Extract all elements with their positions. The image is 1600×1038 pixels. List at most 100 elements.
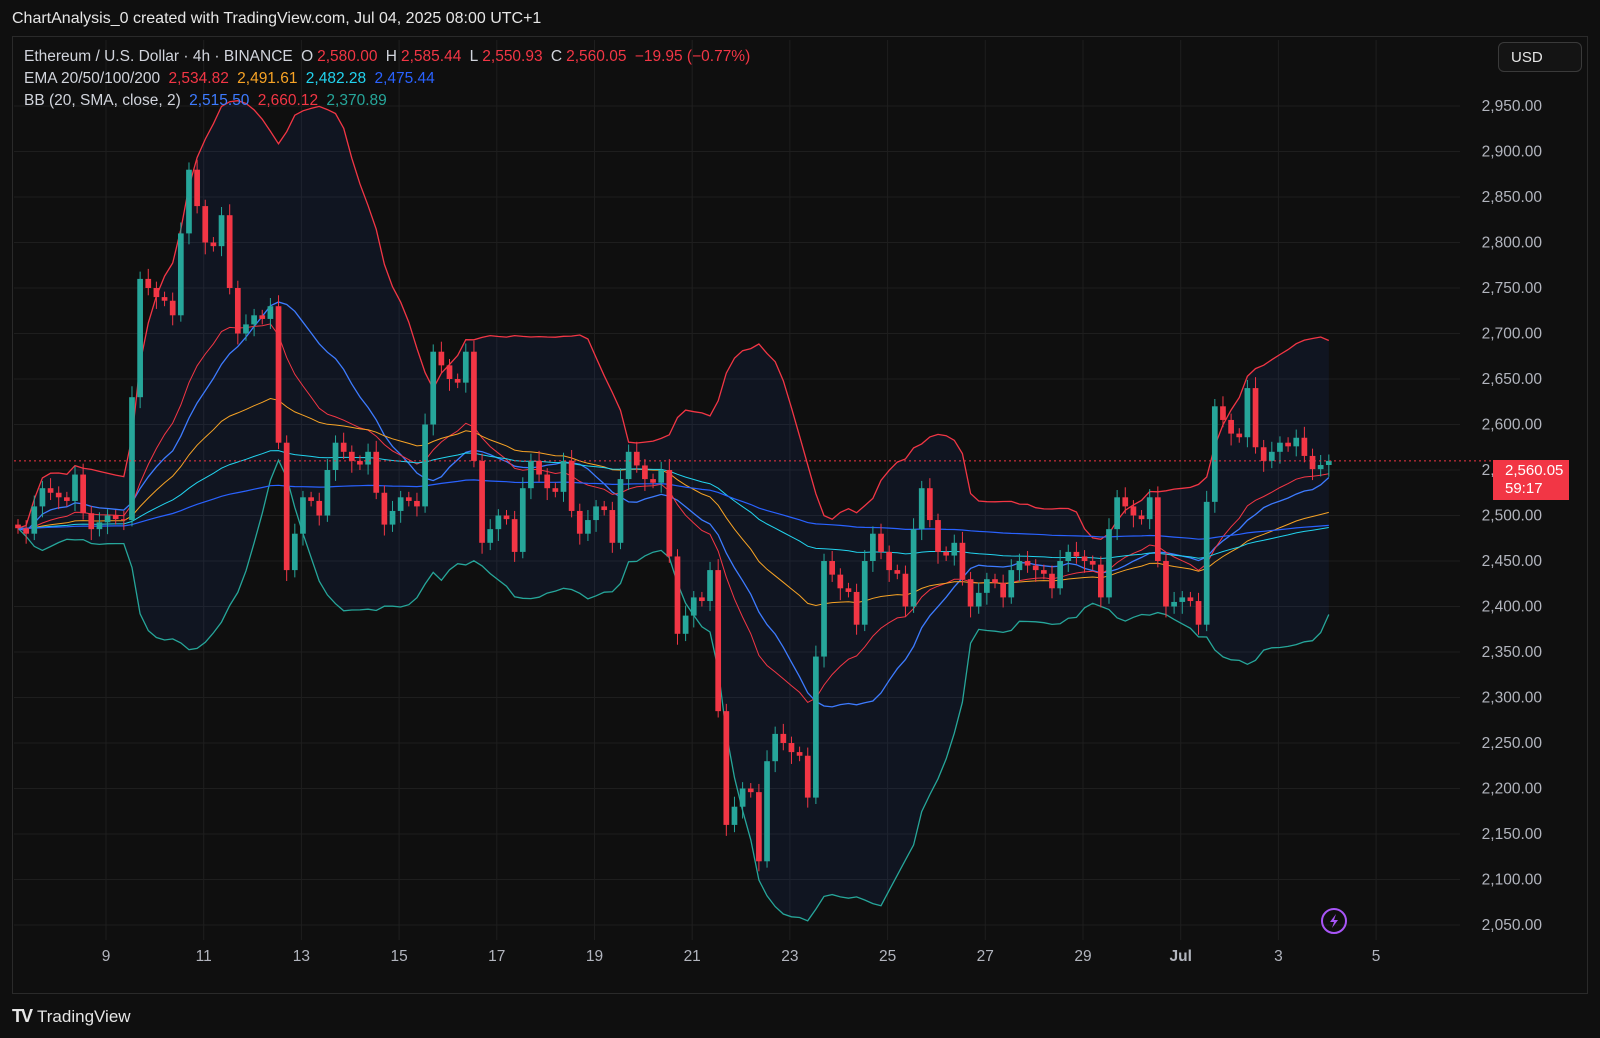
candle-body: [1041, 570, 1047, 574]
candle-body: [918, 488, 925, 530]
candle-body: [153, 288, 160, 298]
legend-ema200: 2,475.44: [374, 70, 435, 87]
candle-body: [1163, 561, 1169, 607]
legend-high: 2,585.44: [400, 48, 462, 65]
y-tick-label: 2,500.00: [1482, 508, 1543, 525]
candle-body: [1187, 597, 1194, 602]
candle-body: [1325, 460, 1332, 466]
candle-body: [104, 515, 111, 523]
candle-body: [348, 451, 355, 461]
candle-body: [1220, 406, 1226, 420]
candle-body: [609, 510, 616, 543]
legend-bb-label[interactable]: BB (20, SMA, close, 2): [24, 92, 181, 109]
candle-body: [169, 300, 176, 316]
candle-body: [633, 451, 640, 466]
candle-body: [1285, 442, 1291, 447]
legend-bb-basis: 2,515.50: [189, 92, 250, 109]
candle-body: [503, 515, 510, 520]
candle-body: [1073, 551, 1080, 557]
candle-body: [747, 788, 754, 793]
legend-bb-upper: 2,660.12: [257, 92, 319, 109]
candle-body: [585, 520, 591, 534]
x-tick-label: Jul: [1169, 948, 1191, 965]
candle-body: [967, 579, 974, 607]
candle-body: [845, 588, 852, 592]
candle-body: [324, 470, 331, 516]
candle-body: [666, 470, 673, 557]
candle-body: [764, 761, 770, 862]
candle-body: [837, 574, 844, 589]
candle-body: [267, 306, 274, 319]
candle-body: [943, 551, 949, 556]
candle-body: [1252, 388, 1259, 448]
chart-legend: Ethereum / U.S. Dollar · 4h · BINANCE O2…: [24, 46, 754, 112]
candle-body: [927, 488, 933, 521]
candle-body: [446, 365, 453, 379]
candle-body: [1106, 529, 1112, 598]
y-tick-label: 2,300.00: [1482, 690, 1543, 707]
y-tick-label: 2,350.00: [1482, 644, 1543, 661]
candle-body: [756, 792, 762, 862]
legend-symbol: Ethereum / U.S. Dollar · 4h · BINANCE: [24, 48, 293, 65]
candle-body: [568, 460, 575, 511]
y-tick-label: 2,950.00: [1482, 98, 1543, 115]
candle-body: [715, 570, 722, 712]
candle-body: [251, 315, 257, 325]
candle-body: [438, 351, 445, 366]
x-tick-label: 21: [684, 948, 701, 965]
legend-ema-label[interactable]: EMA 20/50/100/200: [24, 70, 160, 87]
candle-body: [642, 465, 648, 480]
candle-body: [291, 533, 298, 571]
candle-body: [218, 215, 225, 247]
y-axis: 2,950.00 2,900.00 2,850.00 2,800.00 2,750.00…: [1482, 98, 1543, 934]
candle-body: [658, 470, 665, 483]
currency-button[interactable]: USD: [1498, 42, 1582, 72]
legend-h-label: H: [385, 48, 397, 65]
candle-body: [381, 492, 388, 525]
candle-body: [528, 460, 534, 489]
candle-body: [690, 597, 697, 616]
legend-bb-row: BB (20, SMA, close, 2) 2,515.50 2,660.12…: [24, 90, 754, 112]
y-tick-label: 2,100.00: [1482, 872, 1543, 889]
candle-body: [1057, 561, 1063, 589]
candle-body: [275, 306, 282, 443]
candle-body: [1236, 433, 1243, 438]
legend-c-label: C: [550, 48, 563, 65]
price-chart[interactable]: 2,950.00 2,900.00 2,850.00 2,800.00 2,750.00…: [0, 0, 1600, 1038]
candle-body: [1097, 564, 1104, 598]
candle-body: [1211, 406, 1218, 502]
candle-body: [1277, 442, 1283, 452]
bar-countdown: 59:17: [1505, 480, 1543, 497]
candle-body: [902, 573, 909, 607]
lightning-icon: [1321, 908, 1347, 934]
x-tick-label: 25: [879, 948, 896, 965]
candle-body: [1203, 501, 1210, 625]
candle-body: [699, 597, 705, 602]
candle-body: [723, 711, 730, 825]
candle-body: [772, 733, 779, 762]
candle-body: [72, 474, 78, 501]
candle-body: [1228, 419, 1234, 434]
legend-change: −19.95 (−0.77%): [634, 48, 751, 65]
candle-body: [1309, 455, 1316, 470]
candle-body: [975, 592, 982, 607]
legend-close: 2,560.05: [566, 48, 627, 65]
candle-body: [487, 529, 494, 543]
candle-body: [1008, 570, 1015, 598]
candle-body: [161, 297, 168, 301]
candle-body: [234, 288, 241, 334]
candle-body: [813, 656, 819, 798]
tradingview-logo[interactable]: TV TradingView: [12, 1006, 131, 1027]
x-tick-label: 15: [390, 948, 407, 965]
last-price-tag: 2,560.05 59:17: [1493, 460, 1569, 500]
legend-ema20: 2,534.82: [168, 70, 229, 87]
x-tick-label: 9: [102, 948, 111, 965]
candle-body: [414, 500, 420, 507]
candle-body: [88, 513, 95, 530]
candle-body: [1317, 465, 1324, 470]
candle-body: [886, 551, 893, 571]
candle-body: [1089, 561, 1096, 565]
y-tick-label: 2,450.00: [1482, 553, 1543, 570]
candle-body: [1293, 437, 1300, 447]
candle-body: [1268, 451, 1275, 461]
